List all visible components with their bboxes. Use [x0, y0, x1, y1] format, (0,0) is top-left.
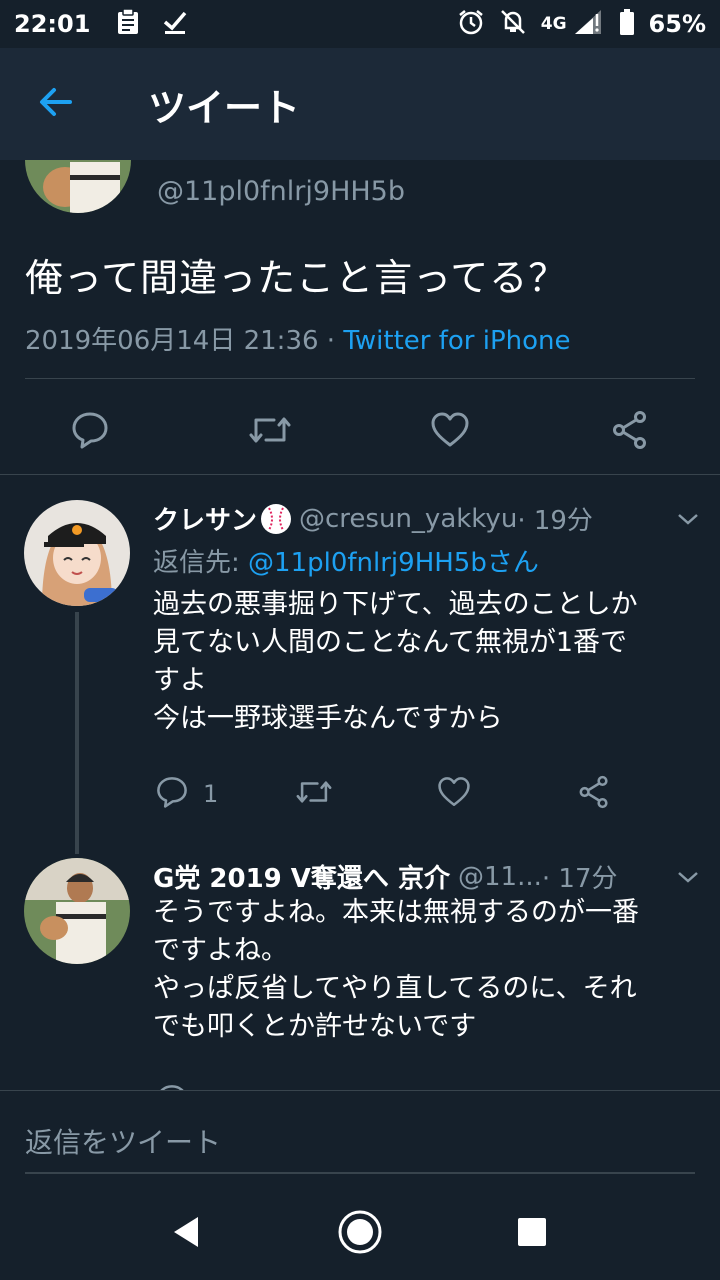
- heart-icon: [437, 775, 471, 813]
- share-button[interactable]: [577, 774, 611, 814]
- reply-text-line: そうですよね。本来は無視するのが一番: [153, 897, 639, 928]
- battery-icon: [619, 8, 635, 40]
- tweet-text: 俺って間違ったこと言ってる？: [25, 256, 568, 300]
- battery-percentage: 65%: [648, 10, 706, 38]
- chevron-down-icon[interactable]: [676, 504, 700, 534]
- reply-text: 過去の悪事掘り下げて、過去のことしか 見てない人間のことなんて無視が1番で すよ…: [153, 586, 698, 738]
- compose-bar: 返信をツイート: [0, 1090, 720, 1186]
- tweet-date: 2019年06月14日 21:36: [25, 326, 319, 356]
- alarm-icon: [457, 8, 485, 40]
- retweet-icon: [248, 410, 292, 454]
- share-icon: [577, 775, 611, 813]
- check-icon: [162, 9, 188, 39]
- meta-separator: ·: [318, 326, 344, 356]
- reply-tweet[interactable]: G党 2019 V奪還へ 京介 @11... · 17分 そうですよね。本来は無…: [0, 856, 720, 1090]
- tweet-meta: 2019年06月14日 21:36 · Twitter for iPhone: [25, 320, 571, 357]
- tweet-source-link[interactable]: Twitter for iPhone: [343, 326, 570, 356]
- chevron-down-icon[interactable]: [676, 862, 700, 892]
- reply-button[interactable]: [62, 404, 118, 460]
- back-button[interactable]: [0, 48, 112, 160]
- baseball-icon: [261, 503, 292, 534]
- compose-underline: [25, 1172, 695, 1174]
- reply-author-name[interactable]: G党 2019 V奪還へ 京介: [153, 858, 450, 895]
- reply-actions: [0, 1082, 720, 1090]
- clipboard-icon: [116, 8, 140, 40]
- retweet-button[interactable]: [242, 404, 298, 460]
- reply-icon: [155, 775, 189, 813]
- triangle-back-icon: [170, 1215, 202, 1253]
- reply-to-mention[interactable]: @11pl0fnlrj9HH5bさん: [248, 548, 539, 578]
- reply-author-handle[interactable]: @11...: [458, 862, 542, 892]
- notifications-off-icon: [499, 8, 527, 40]
- reply-button[interactable]: [155, 1082, 189, 1090]
- status-bar: 22:01 4G 65%: [0, 0, 720, 48]
- reply-to-label: 返信先:: [153, 548, 249, 578]
- reply-text-line: 見てない人間のことなんて無視が1番で: [153, 627, 628, 658]
- reply-header: G党 2019 V奪還へ 京介 @11... · 17分: [153, 858, 700, 895]
- nav-back-button[interactable]: [162, 1210, 210, 1258]
- share-button[interactable]: [602, 404, 658, 460]
- nav-home-button[interactable]: [336, 1210, 384, 1258]
- system-nav-bar: [0, 1186, 720, 1280]
- retweet-icon: [295, 775, 333, 813]
- reply-text-line: ですよね。: [153, 935, 288, 966]
- circle-home-icon: [337, 1209, 383, 1259]
- reply-tweet[interactable]: クレサン @cresun_yakkyu · 19分 返信先: @11pl0fnl…: [0, 476, 720, 856]
- reply-to: 返信先: @11pl0fnlrj9HH5bさん: [153, 542, 539, 579]
- status-time: 22:01: [14, 10, 91, 38]
- reply-time: · 19分: [517, 506, 593, 536]
- divider: [25, 378, 695, 379]
- reply-text-line: やっぱ反省してやり直してるのに、それ: [153, 973, 637, 1004]
- reply-text-line: すよ: [153, 665, 207, 696]
- reply-header: クレサン @cresun_yakkyu · 19分: [153, 500, 700, 537]
- reply-text-line: でも叩くとか許せないです: [153, 1011, 477, 1042]
- reply-icon: [155, 1083, 189, 1090]
- avatar[interactable]: [24, 858, 130, 964]
- share-icon: [610, 410, 650, 454]
- reply-actions: 1: [0, 774, 720, 814]
- reply-button[interactable]: 1: [155, 774, 218, 814]
- like-button[interactable]: [437, 774, 471, 814]
- reply-text: そうですよね。本来は無視するのが一番 ですよね。 やっぱ反省してやり直してるのに…: [153, 894, 698, 1046]
- nav-recents-button[interactable]: [508, 1210, 556, 1258]
- main-tweet: @11pl0fnlrj9HH5b 俺って間違ったこと言ってる？ 2019年06月…: [0, 160, 720, 475]
- network-type: 4G: [540, 14, 567, 34]
- square-recents-icon: [516, 1216, 548, 1252]
- tweet-actions: [0, 404, 720, 460]
- avatar[interactable]: [25, 160, 131, 213]
- reply-icon: [70, 410, 110, 454]
- header: ツイート: [0, 48, 720, 160]
- tweet-handle[interactable]: @11pl0fnlrj9HH5b: [157, 176, 405, 207]
- reply-author-handle[interactable]: @cresun_yakkyu: [299, 504, 517, 534]
- signal-icon: [573, 8, 605, 40]
- arrow-left-icon: [36, 82, 76, 126]
- reply-time: · 17分: [541, 864, 618, 894]
- reply-text-line: 今は一野球選手なんですから: [153, 703, 503, 734]
- heart-icon: [430, 410, 470, 454]
- reply-author-name[interactable]: クレサン: [153, 500, 257, 537]
- like-button[interactable]: [422, 404, 478, 460]
- reply-text-line: 過去の悪事掘り下げて、過去のことしか: [153, 589, 638, 620]
- reply-count: 1: [203, 780, 219, 808]
- avatar[interactable]: [24, 500, 130, 606]
- reply-compose-input[interactable]: 返信をツイート: [25, 1121, 221, 1161]
- retweet-button[interactable]: [295, 774, 333, 814]
- page-title: ツイート: [148, 85, 301, 130]
